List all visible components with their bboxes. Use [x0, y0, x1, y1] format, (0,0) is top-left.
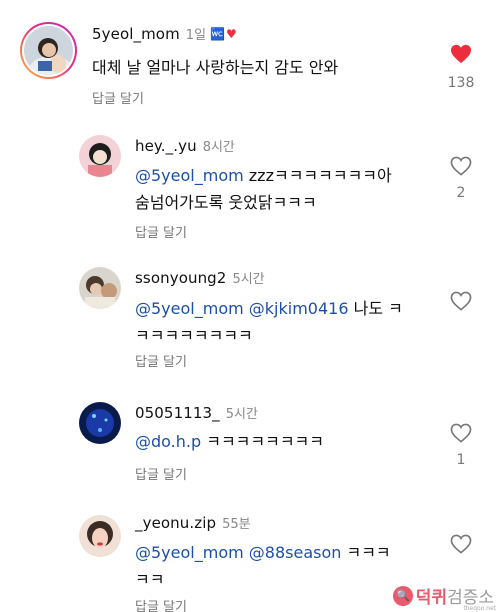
mention-link[interactable]: @do.h.p: [135, 432, 201, 451]
profile-photo: [79, 402, 121, 444]
reply-button[interactable]: 답글 달기: [135, 351, 187, 370]
reply-button[interactable]: 답글 달기: [135, 596, 187, 612]
like-button[interactable]: 1: [443, 423, 479, 468]
heart-badge-icon: ♥: [225, 26, 237, 41]
watermark-url: theqoo.net: [463, 605, 496, 612]
badge-icon: 🚾: [210, 26, 225, 41]
avatar[interactable]: [79, 515, 121, 557]
heart-outline-icon: [450, 156, 472, 176]
avatar[interactable]: [79, 135, 121, 177]
comment-text: @do.h.p ㅋㅋㅋㅋㅋㅋㅋㅋ: [135, 432, 324, 451]
profile-photo: [24, 26, 73, 75]
like-count: 138: [447, 75, 475, 91]
comment-text: 대체 날 얼마나 사랑하는지 감도 안와: [92, 58, 339, 77]
avatar[interactable]: [79, 402, 121, 444]
mention-link[interactable]: @88season: [249, 543, 342, 562]
comment-header: ssonyoung2 5시간: [135, 268, 265, 288]
reply-comment-item: ssonyoung2 5시간 @5yeol_mom @kjkim0416 나도 …: [0, 253, 500, 373]
comment-header: 05051113_ 5시간: [135, 403, 258, 423]
comment-text: @5yeol_mom @88season ㅋㅋㅋ ㅋㅋ: [135, 543, 391, 589]
timestamp: 5시간: [232, 272, 265, 287]
username[interactable]: ssonyoung2: [135, 269, 226, 287]
comment-text: @5yeol_mom @kjkim0416 나도 ㅋ ㅋㅋㅋㅋㅋㅋㅋㅋ: [135, 299, 403, 345]
reply-button[interactable]: 답글 달기: [135, 464, 187, 483]
like-button[interactable]: [443, 534, 479, 554]
username[interactable]: 05051113_: [135, 404, 220, 422]
timestamp: 55분: [222, 517, 251, 532]
avatar[interactable]: [79, 267, 121, 309]
watermark-brand: 덕퀴: [415, 588, 448, 608]
heart-outline-icon: [450, 291, 472, 311]
mention-link[interactable]: @kjkim0416: [249, 299, 349, 318]
like-count: 2: [456, 185, 466, 201]
reply-button[interactable]: 답글 달기: [92, 88, 144, 107]
profile-photo: [79, 135, 121, 177]
profile-photo: [79, 515, 121, 557]
profile-photo: [79, 267, 121, 309]
like-count: 1: [456, 452, 466, 468]
search-icon: 🔍: [392, 585, 413, 606]
heart-outline-icon: [450, 423, 472, 443]
timestamp: 5시간: [225, 407, 258, 422]
comment-text: @5yeol_mom zzzㅋㅋㅋㅋㅋㅋㅋ아 숨넘어가도록 웃었닭ㅋㅋㅋ: [135, 166, 392, 212]
mention-link[interactable]: @5yeol_mom: [135, 299, 244, 318]
comment-header: 5yeol_mom 1일 🚾 ♥: [92, 24, 237, 44]
comment-header: _yeonu.zip 55분: [135, 513, 251, 533]
username[interactable]: 5yeol_mom: [92, 25, 180, 43]
comment-header: hey._.yu 8시간: [135, 136, 235, 156]
username[interactable]: hey._.yu: [135, 137, 197, 155]
timestamp: 8시간: [202, 140, 235, 155]
comment-item: 5yeol_mom 1일 🚾 ♥ 대체 날 얼마나 사랑하는지 감도 안와 답글…: [0, 0, 500, 110]
heart-outline-icon: [450, 534, 472, 554]
avatar[interactable]: [20, 22, 77, 79]
mention-link[interactable]: @5yeol_mom: [135, 166, 244, 185]
heart-filled-icon: [451, 44, 471, 64]
reply-comment-item: 05051113_ 5시간 @do.h.p ㅋㅋㅋㅋㅋㅋㅋㅋ 답글 달기 1: [0, 385, 500, 495]
reply-button[interactable]: 답글 달기: [135, 222, 187, 241]
reply-comment-item: hey._.yu 8시간 @5yeol_mom zzzㅋㅋㅋㅋㅋㅋㅋ아 숨넘어가…: [0, 118, 500, 243]
timestamp: 1일: [185, 28, 207, 43]
like-button[interactable]: 2: [443, 156, 479, 201]
mention-link[interactable]: @5yeol_mom: [135, 543, 244, 562]
username[interactable]: _yeonu.zip: [135, 514, 216, 532]
like-button[interactable]: 138: [443, 44, 479, 91]
like-button[interactable]: [443, 291, 479, 311]
